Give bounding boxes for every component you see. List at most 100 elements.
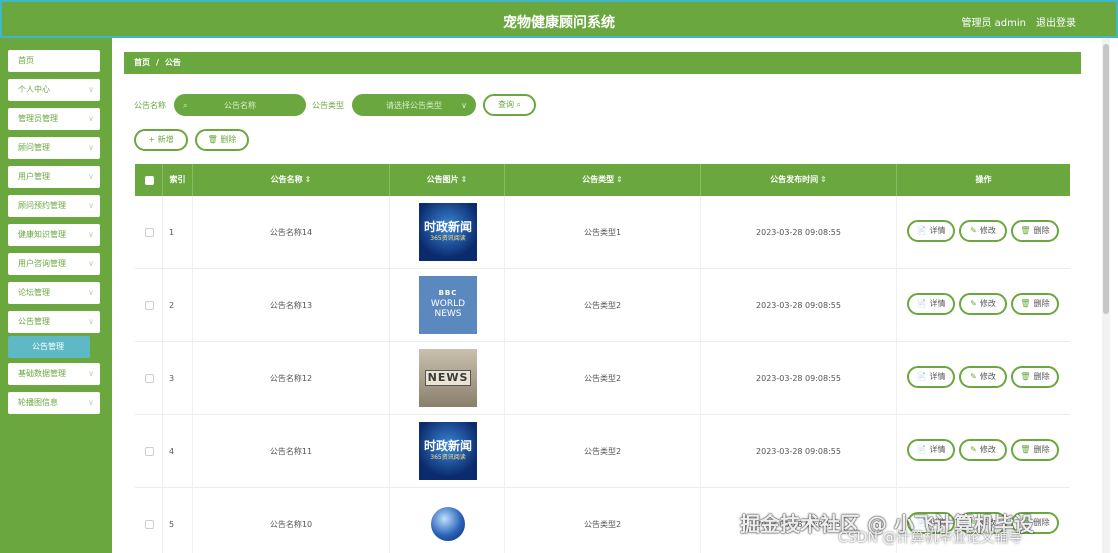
sidebar-item-label: 首页 bbox=[18, 56, 34, 65]
image-caption: 时政新闻 bbox=[423, 220, 472, 235]
cell-time: 2023-03-28 09:08:55 bbox=[701, 269, 897, 342]
detail-button[interactable]: 📄 详情 bbox=[907, 220, 955, 242]
header-actions-label: 操作 bbox=[975, 175, 992, 184]
page-scrollbar[interactable] bbox=[1102, 38, 1110, 553]
sidebar-item-11[interactable]: 轮播图信息 ∨ bbox=[8, 392, 100, 414]
sidebar-item-7[interactable]: 用户咨询管理 ∨ bbox=[8, 253, 100, 275]
edit-button[interactable]: ✎ 修改 bbox=[959, 439, 1007, 461]
logout-link[interactable]: 退出登录 bbox=[1036, 14, 1076, 29]
row-checkbox[interactable] bbox=[145, 228, 154, 237]
chevron-down-icon: ∨ bbox=[88, 114, 94, 123]
actions-cell: 📄 详情 ✎ 修改 🗑 删除 bbox=[897, 196, 1070, 269]
edit-button-label: 修改 bbox=[979, 226, 996, 235]
edit-button[interactable]: ✎ 修改 bbox=[959, 366, 1007, 388]
header-index[interactable]: 索引 bbox=[163, 164, 193, 196]
sidebar-item-label: 管理员管理 bbox=[18, 114, 58, 123]
trash-icon: 🗑 bbox=[1020, 226, 1031, 235]
app-title: 宠物健康顾问系统 bbox=[503, 15, 615, 31]
search-icon: ⌕ bbox=[516, 100, 522, 109]
detail-button-label: 详情 bbox=[929, 299, 946, 308]
trash-icon: 🗑 bbox=[1020, 299, 1031, 308]
file-icon: 📄 bbox=[916, 372, 927, 381]
delete-button[interactable]: 🗑 删除 bbox=[1011, 439, 1059, 461]
detail-button[interactable]: 📄 详情 bbox=[907, 293, 955, 315]
sidebar-item-label: 顾问预约管理 bbox=[18, 201, 66, 210]
header-name[interactable]: 公告名称 ⇕ bbox=[193, 164, 390, 196]
file-icon: 📄 bbox=[916, 445, 927, 454]
row-checkbox[interactable] bbox=[145, 520, 154, 529]
image-subcaption: 365资讯阅读 bbox=[430, 235, 466, 243]
pencil-icon: ✎ bbox=[970, 226, 977, 235]
type-select[interactable]: 请选择公告类型 ∨ bbox=[352, 94, 476, 116]
header-time[interactable]: 公告发布时间 ⇕ bbox=[701, 164, 897, 196]
sidebar-item-9[interactable]: 公告管理 ∨ bbox=[8, 311, 100, 333]
add-button[interactable]: + 新增 bbox=[134, 129, 188, 151]
sidebar-item-label: 顾问管理 bbox=[18, 143, 50, 152]
cell-name: 公告名称13 bbox=[193, 269, 390, 342]
sidebar-item-5[interactable]: 顾问预约管理 ∨ bbox=[8, 195, 100, 217]
pencil-icon: ✎ bbox=[970, 299, 977, 308]
sidebar-item-4[interactable]: 用户管理 ∨ bbox=[8, 166, 100, 188]
pencil-icon: ✎ bbox=[970, 372, 977, 381]
image-caption: NEWS bbox=[434, 308, 462, 319]
detail-button[interactable]: 📄 详情 bbox=[907, 366, 955, 388]
sidebar-item-10[interactable]: 基础数据管理 ∨ bbox=[8, 363, 100, 385]
cell-name: 公告名称12 bbox=[193, 342, 390, 415]
name-search-input[interactable]: ⌕ 公告名称 bbox=[174, 94, 306, 116]
cell-type: 公告类型1 bbox=[505, 196, 701, 269]
row-checkbox[interactable] bbox=[145, 447, 154, 456]
header-type[interactable]: 公告类型 ⇕ bbox=[505, 164, 701, 196]
detail-button[interactable]: 📄 详情 bbox=[907, 439, 955, 461]
notice-image: 时政新闻 365资讯阅读 bbox=[419, 422, 477, 480]
sidebar-subitem-active[interactable]: 公告管理 bbox=[8, 336, 90, 358]
scrollbar-thumb[interactable] bbox=[1103, 44, 1109, 314]
cell-time: 2023-03-28 09:08:55 bbox=[701, 342, 897, 415]
batch-delete-button[interactable]: 🗑 删除 bbox=[195, 129, 249, 151]
file-icon: 📄 bbox=[916, 299, 927, 308]
edit-button[interactable]: ✎ 修改 bbox=[959, 293, 1007, 315]
select-all-checkbox[interactable] bbox=[145, 176, 154, 185]
name-filter-label: 公告名称 bbox=[134, 101, 166, 110]
cell-image: BBC WORLD NEWS bbox=[390, 269, 505, 342]
sidebar-item-label: 基础数据管理 bbox=[18, 369, 66, 378]
delete-button[interactable]: 🗑 删除 bbox=[1011, 366, 1059, 388]
sidebar-item-1[interactable]: 个人中心 ∨ bbox=[8, 79, 100, 101]
sidebar-item-0[interactable]: 首页 bbox=[8, 50, 100, 72]
delete-button[interactable]: 🗑 删除 bbox=[1011, 293, 1059, 315]
trash-icon: 🗑 bbox=[207, 135, 221, 144]
globe-icon bbox=[431, 507, 465, 541]
breadcrumb-home[interactable]: 首页 bbox=[134, 58, 150, 67]
trash-icon: 🗑 bbox=[1020, 445, 1031, 454]
sort-icon: ⇕ bbox=[820, 175, 827, 184]
detail-button-label: 详情 bbox=[929, 226, 946, 235]
edit-button[interactable]: ✎ 修改 bbox=[959, 220, 1007, 242]
delete-button-label: 删除 bbox=[1033, 226, 1050, 235]
delete-button[interactable]: 🗑 删除 bbox=[1011, 220, 1059, 242]
cell-image: 时政新闻 365资讯阅读 bbox=[390, 196, 505, 269]
query-button[interactable]: 查询 ⌕ bbox=[483, 94, 536, 116]
chevron-down-icon: ∨ bbox=[88, 172, 94, 181]
watermark-csdn: CSDN @计算机毕业论文辅导 bbox=[838, 530, 1023, 546]
actions-cell: 📄 详情 ✎ 修改 🗑 删除 bbox=[897, 269, 1070, 342]
sidebar-item-3[interactable]: 顾问管理 ∨ bbox=[8, 137, 100, 159]
top-header: 宠物健康顾问系统 管理员 admin 退出登录 bbox=[0, 0, 1118, 38]
query-button-label: 查询 bbox=[497, 100, 514, 109]
chevron-down-icon: ∨ bbox=[88, 259, 94, 268]
sidebar-item-2[interactable]: 管理员管理 ∨ bbox=[8, 108, 100, 130]
header-time-label: 公告发布时间 bbox=[770, 175, 819, 184]
sidebar-item-8[interactable]: 论坛管理 ∨ bbox=[8, 282, 100, 304]
select-cell bbox=[135, 488, 163, 553]
sidebar-item-6[interactable]: 健康知识管理 ∨ bbox=[8, 224, 100, 246]
delete-button-label: 删除 bbox=[1033, 518, 1050, 527]
row-checkbox[interactable] bbox=[145, 374, 154, 383]
actions-cell: 📄 详情 ✎ 修改 🗑 删除 bbox=[897, 342, 1070, 415]
breadcrumb: 首页 / 公告 bbox=[124, 52, 1081, 74]
header-index-label: 索引 bbox=[169, 175, 186, 184]
row-checkbox[interactable] bbox=[145, 301, 154, 310]
sidebar-item-label: 论坛管理 bbox=[18, 288, 50, 297]
add-button-label: 新增 bbox=[157, 135, 174, 144]
cell-type: 公告类型2 bbox=[505, 342, 701, 415]
type-filter-label: 公告类型 bbox=[312, 101, 344, 110]
sidebar-item-label: 个人中心 bbox=[18, 85, 50, 94]
header-image[interactable]: 公告图片 ⇕ bbox=[390, 164, 505, 196]
